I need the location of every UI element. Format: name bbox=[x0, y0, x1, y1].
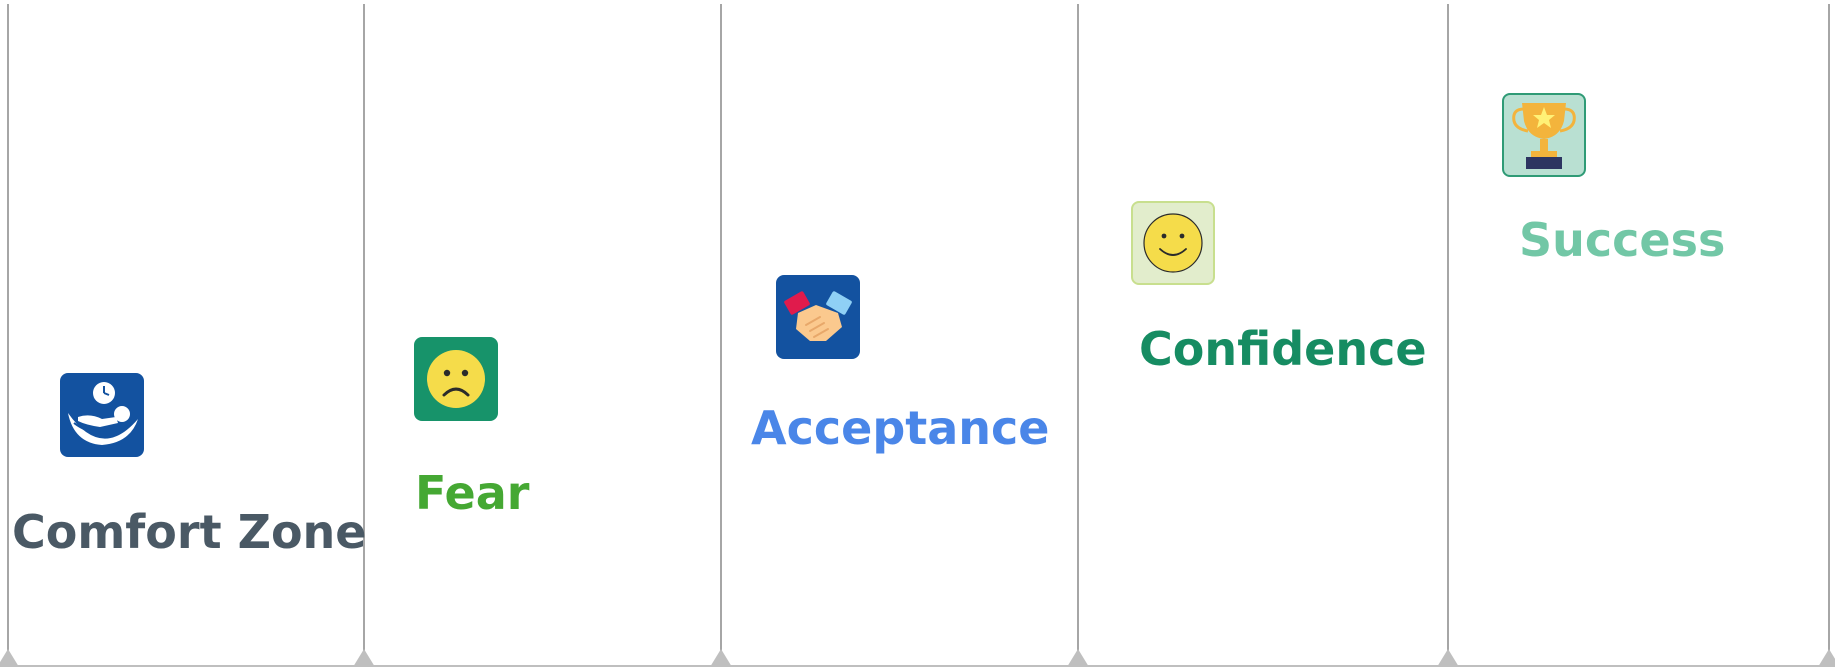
handshake-icon bbox=[776, 275, 860, 359]
stage-label-acceptance: Acceptance bbox=[751, 401, 1050, 455]
stage-label-fear: Fear bbox=[415, 466, 530, 520]
stage-label-confidence: Confidence bbox=[1139, 322, 1427, 376]
stage-label-comfort-zone: Comfort Zone bbox=[12, 505, 367, 559]
sad-face-icon bbox=[414, 337, 498, 421]
column-divider bbox=[1077, 4, 1079, 659]
timeline-marker bbox=[710, 649, 732, 667]
timeline-marker bbox=[0, 649, 19, 667]
column-divider bbox=[7, 4, 9, 659]
hammock-relax-icon bbox=[60, 373, 144, 457]
timeline-marker bbox=[1067, 649, 1089, 667]
column-divider bbox=[363, 4, 365, 659]
journey-diagram: Comfort Zone Fear Acceptance Confidence … bbox=[0, 0, 1835, 667]
timeline-marker bbox=[1818, 649, 1835, 667]
trophy-icon bbox=[1502, 93, 1586, 177]
column-divider bbox=[720, 4, 722, 659]
column-divider bbox=[1447, 4, 1449, 659]
timeline-marker bbox=[1437, 649, 1459, 667]
column-divider bbox=[1828, 4, 1830, 659]
stage-label-success: Success bbox=[1519, 213, 1726, 267]
timeline-marker bbox=[353, 649, 375, 667]
smiley-face-icon bbox=[1131, 201, 1215, 285]
